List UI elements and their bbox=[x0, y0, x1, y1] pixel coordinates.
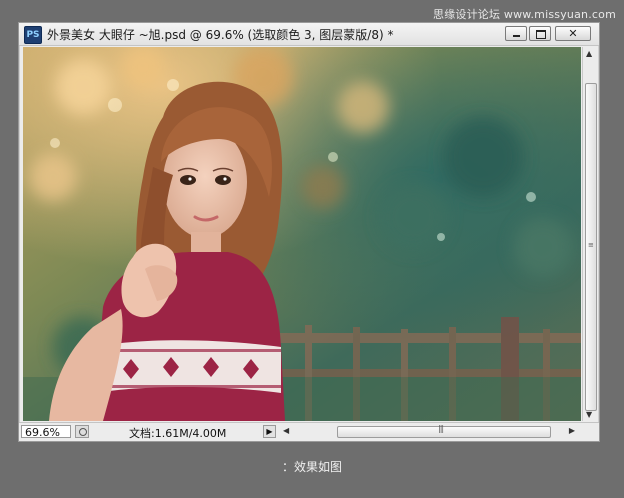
scroll-right-icon[interactable]: ▶ bbox=[569, 426, 575, 435]
scroll-down-icon[interactable]: ▼ bbox=[586, 410, 592, 419]
zoom-level-field[interactable]: 69.6% bbox=[21, 425, 71, 439]
maximize-icon bbox=[530, 27, 550, 40]
horizontal-scroll-thumb[interactable]: ||| bbox=[337, 424, 551, 438]
horizontal-scrollbar[interactable]: ◀ ||| ▶ bbox=[279, 424, 579, 439]
vertical-scrollbar[interactable]: ▲ ≡ ▼ bbox=[582, 47, 598, 421]
title-bar[interactable]: PS 外景美女 大眼仔 ~旭.psd @ 69.6% (选取颜色 3, 图层蒙版… bbox=[19, 23, 599, 46]
portrait-photo bbox=[23, 47, 581, 421]
info-menu-arrow-icon[interactable]: ▶ bbox=[263, 425, 276, 438]
document-window: PS 外景美女 大眼仔 ~旭.psd @ 69.6% (选取颜色 3, 图层蒙版… bbox=[18, 22, 600, 442]
grip-icon: ≡ bbox=[588, 241, 594, 249]
result-caption: ：效果如图 bbox=[281, 460, 342, 474]
close-icon: ✕ bbox=[568, 27, 578, 40]
status-bar: 69.6% 文档:1.61M/4.00M ▶ ◀ ||| ▶ bbox=[19, 422, 599, 441]
scroll-left-icon[interactable]: ◀ bbox=[283, 426, 289, 435]
maximize-button[interactable] bbox=[529, 26, 551, 41]
scroll-up-icon[interactable]: ▲ bbox=[586, 49, 592, 58]
vertical-scroll-thumb[interactable]: ≡ bbox=[585, 83, 597, 411]
document-size-info: 文档:1.61M/4.00M bbox=[129, 427, 227, 440]
close-button[interactable]: ✕ bbox=[555, 26, 591, 41]
grip-icon: ||| bbox=[438, 424, 444, 433]
document-title: 外景美女 大眼仔 ~旭.psd @ 69.6% (选取颜色 3, 图层蒙版/8)… bbox=[47, 28, 394, 42]
preview-toggle-icon[interactable] bbox=[75, 425, 89, 438]
image-canvas[interactable] bbox=[23, 47, 581, 421]
photoshop-app-icon: PS bbox=[24, 26, 42, 44]
site-watermark: 思缘设计论坛 www.missyuan.com bbox=[433, 8, 616, 21]
minimize-icon bbox=[506, 27, 526, 40]
minimize-button[interactable] bbox=[505, 26, 527, 41]
